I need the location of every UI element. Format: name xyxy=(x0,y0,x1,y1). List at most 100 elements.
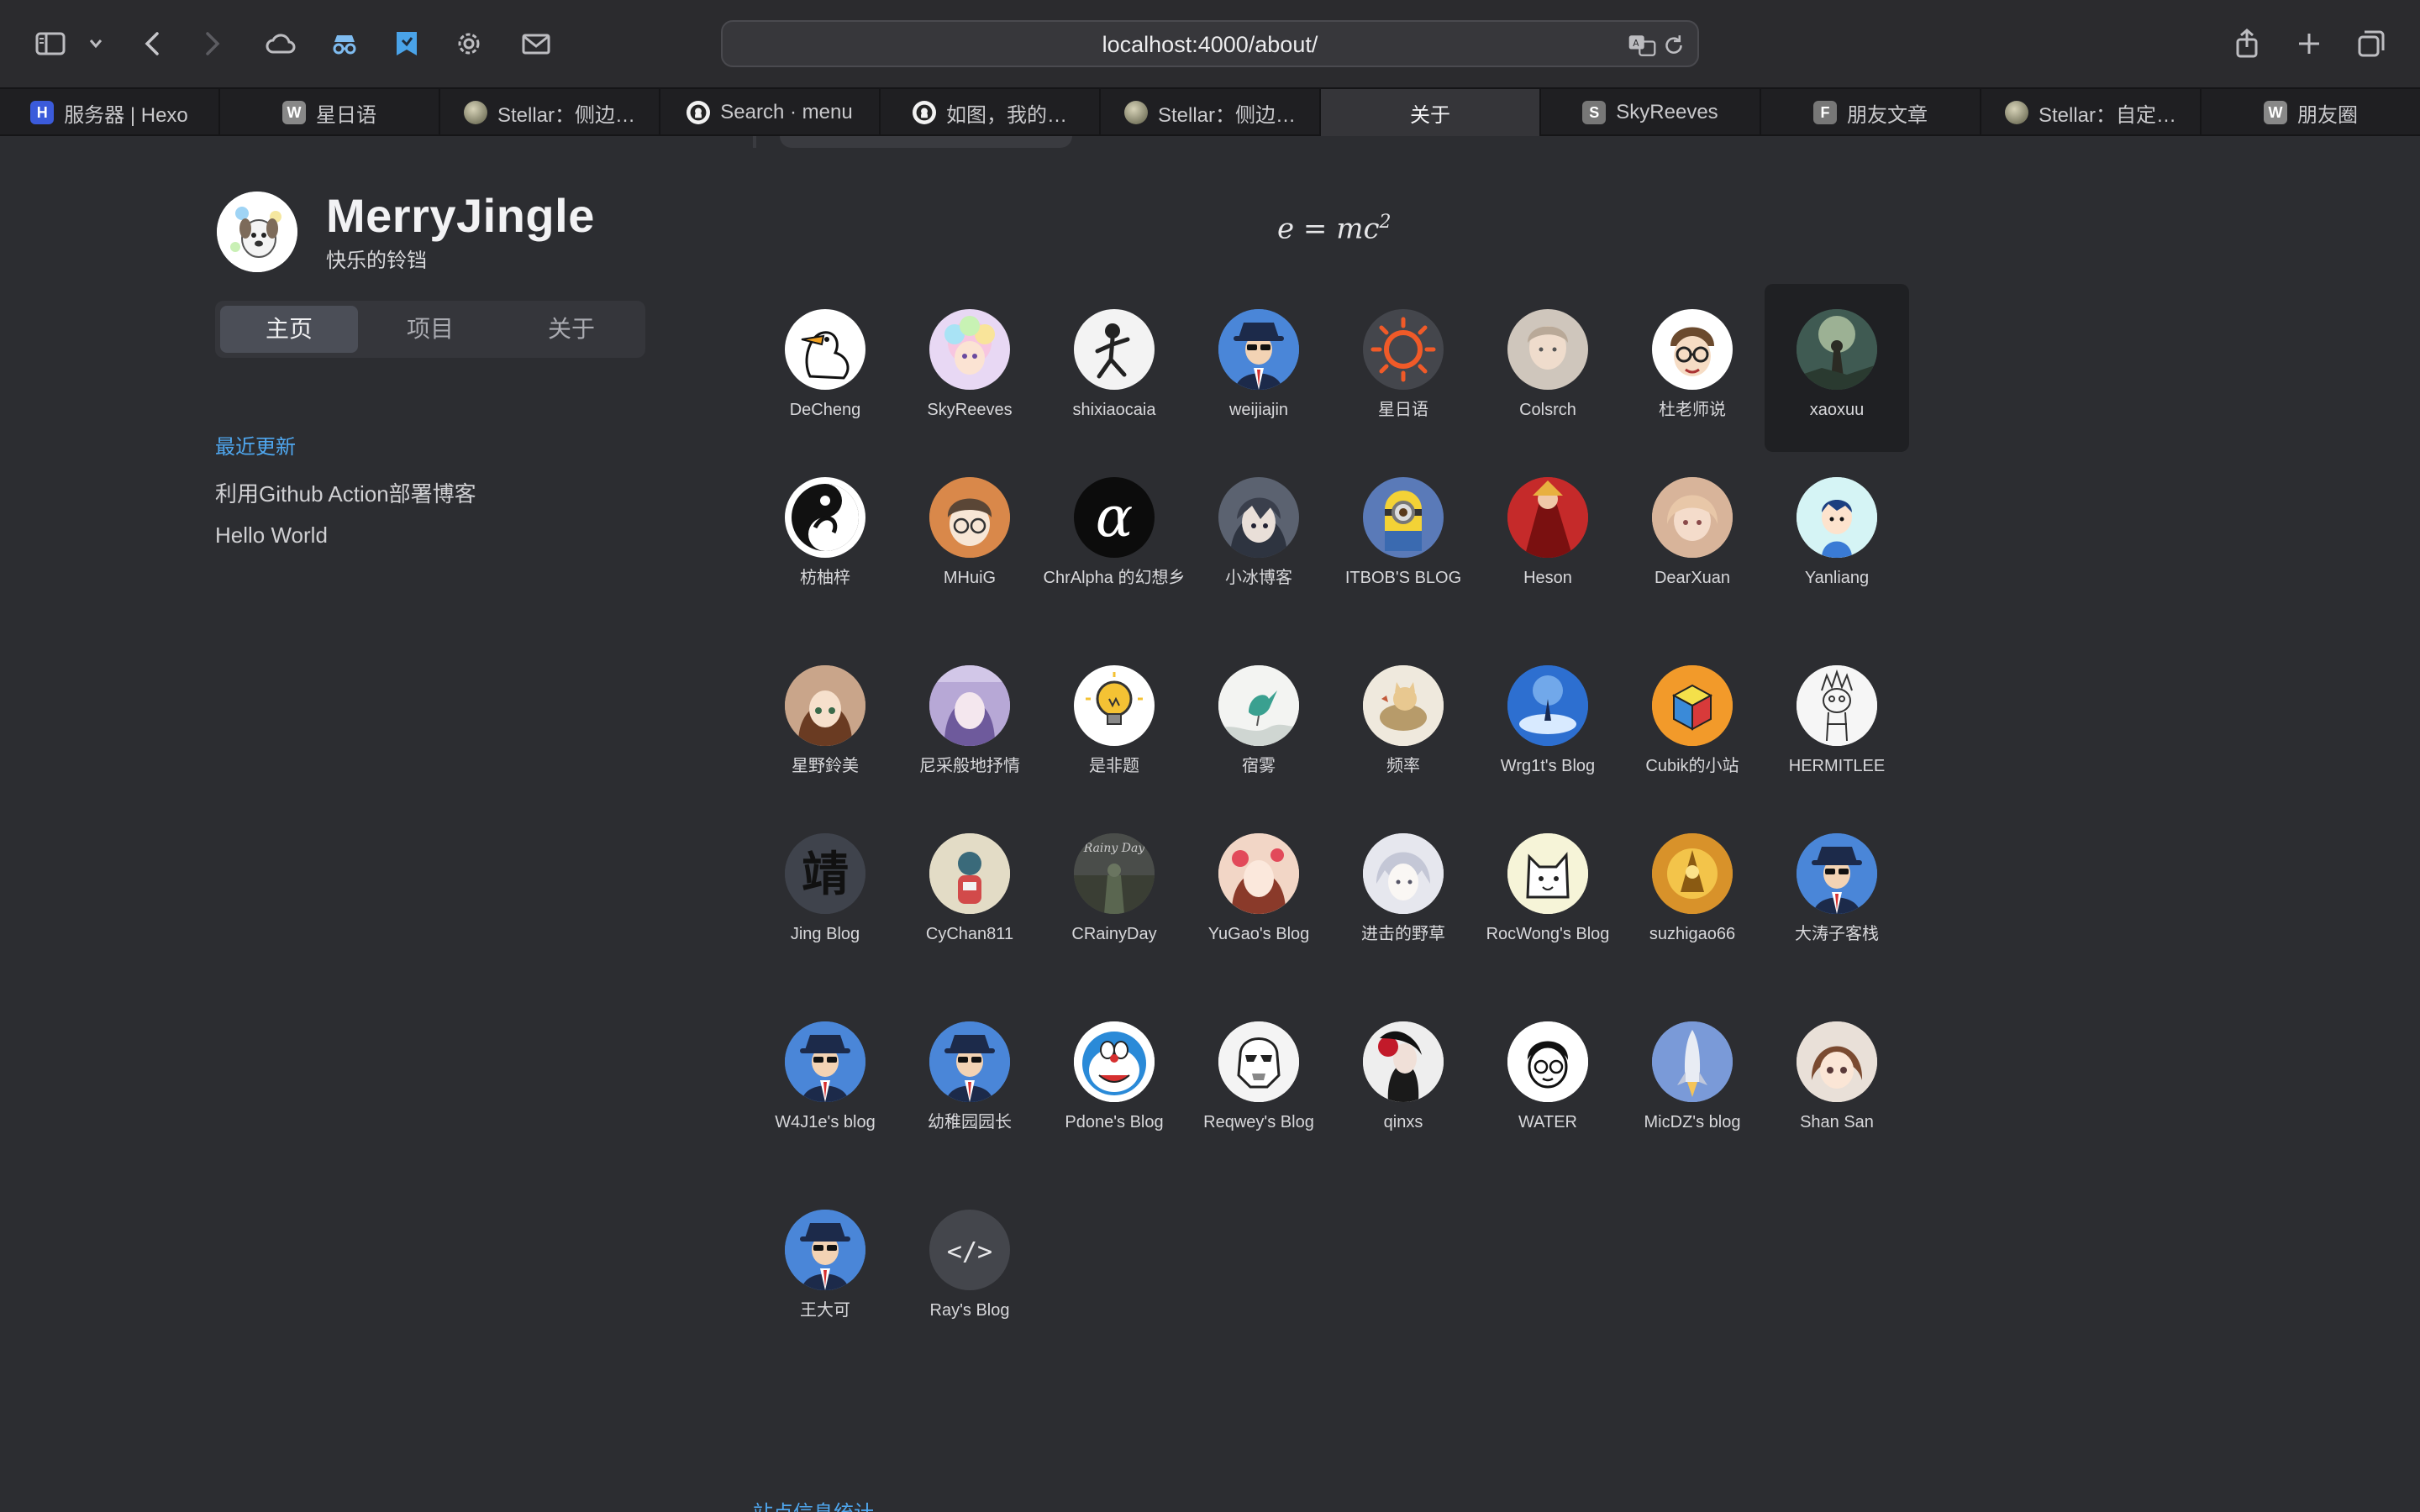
friend-card[interactable]: Colsrch xyxy=(1476,284,1620,452)
friend-card[interactable]: WATER xyxy=(1476,996,1620,1164)
friend-avatar[interactable] xyxy=(929,477,1010,558)
friend-card[interactable]: DeCheng xyxy=(753,284,897,452)
friend-card[interactable]: 幼稚园园长 xyxy=(897,996,1042,1164)
chevron-down-icon[interactable] xyxy=(74,22,118,66)
friend-card[interactable]: 进击的野草 xyxy=(1331,808,1476,976)
friend-card[interactable]: 是非题 xyxy=(1042,640,1186,808)
friend-name[interactable]: 频率 xyxy=(1326,756,1481,776)
friend-name[interactable]: 王大可 xyxy=(748,1300,902,1320)
friend-avatar[interactable] xyxy=(1652,665,1733,746)
friend-name[interactable]: Heson xyxy=(1470,568,1625,588)
friend-card[interactable]: weijiajin xyxy=(1186,284,1331,452)
recent-heading[interactable]: 最近更新 xyxy=(215,430,296,459)
friend-avatar[interactable] xyxy=(1507,1021,1588,1102)
friend-name[interactable]: WATER xyxy=(1470,1112,1625,1132)
friend-name[interactable]: CRainyDay xyxy=(1037,924,1192,944)
friend-name[interactable]: DearXuan xyxy=(1615,568,1770,588)
friend-card[interactable]: </> Ray's Blog xyxy=(897,1184,1042,1352)
friend-avatar[interactable] xyxy=(1797,665,1877,746)
translate-icon[interactable]: A xyxy=(1625,29,1659,62)
friend-card[interactable]: 杜老师说 xyxy=(1620,284,1765,452)
friend-avatar[interactable] xyxy=(785,477,865,558)
friend-card[interactable]: xaoxuu xyxy=(1765,284,1909,452)
friend-name[interactable]: Shan San xyxy=(1760,1112,1914,1132)
friend-avatar[interactable] xyxy=(1074,665,1155,746)
friend-name[interactable]: YuGao's Blog xyxy=(1181,924,1336,944)
friend-avatar[interactable] xyxy=(1218,665,1299,746)
friend-name[interactable]: 大涛子客栈 xyxy=(1760,924,1914,944)
friend-card[interactable]: MHuiG xyxy=(897,452,1042,620)
friend-card[interactable]: Wrg1t's Blog xyxy=(1476,640,1620,808)
friend-card[interactable]: Heson xyxy=(1476,452,1620,620)
browser-tab[interactable]: W 星日语 xyxy=(220,89,440,136)
friend-name[interactable]: Cubik的小站 xyxy=(1615,756,1770,776)
reload-icon[interactable] xyxy=(1657,29,1691,62)
friend-name[interactable]: 小冰博客 xyxy=(1181,568,1336,588)
friend-avatar[interactable] xyxy=(1074,309,1155,390)
friend-name[interactable]: DeCheng xyxy=(748,400,902,420)
friend-name[interactable]: CyChan811 xyxy=(892,924,1047,944)
friend-card[interactable]: 宿雾 xyxy=(1186,640,1331,808)
friend-name[interactable]: weijiajin xyxy=(1181,400,1336,420)
friend-card[interactable]: CyChan811 xyxy=(897,808,1042,976)
friend-avatar[interactable] xyxy=(785,1021,865,1102)
friend-name[interactable]: Ray's Blog xyxy=(892,1300,1047,1320)
friend-card[interactable]: qinxs xyxy=(1331,996,1476,1164)
bookmark-shield-icon[interactable] xyxy=(385,22,429,66)
friend-name[interactable]: 尼采般地抒情 xyxy=(892,756,1047,776)
friend-avatar[interactable] xyxy=(929,665,1010,746)
friend-name[interactable]: ChrAlpha 的幻想乡 xyxy=(1037,568,1192,588)
friend-avatar[interactable] xyxy=(785,309,865,390)
friend-name[interactable]: shixiaocaia xyxy=(1037,400,1192,420)
friend-card[interactable]: Shan San xyxy=(1765,996,1909,1164)
friend-name[interactable]: 进击的野草 xyxy=(1326,924,1481,944)
friend-avatar[interactable] xyxy=(1218,309,1299,390)
friend-avatar[interactable] xyxy=(1507,665,1588,746)
friend-avatar[interactable] xyxy=(1363,477,1444,558)
forward-icon[interactable] xyxy=(190,22,234,66)
friend-avatar[interactable] xyxy=(1363,1021,1444,1102)
friend-card[interactable]: 星野鈴美 xyxy=(753,640,897,808)
friend-card[interactable]: Rainy Day CRainyDay xyxy=(1042,808,1186,976)
friend-card[interactable]: 枋柚梓 xyxy=(753,452,897,620)
friend-name[interactable]: RocWong's Blog xyxy=(1470,924,1625,944)
friend-avatar[interactable] xyxy=(1507,477,1588,558)
friend-card[interactable]: W4J1e's blog xyxy=(753,996,897,1164)
friend-avatar[interactable] xyxy=(1507,833,1588,914)
friend-avatar[interactable] xyxy=(1797,477,1877,558)
friend-name[interactable]: MicDZ's blog xyxy=(1615,1112,1770,1132)
friend-card[interactable]: α ChrAlpha 的幻想乡 xyxy=(1042,452,1186,620)
friend-avatar[interactable] xyxy=(785,1210,865,1290)
friend-card[interactable]: RocWong's Blog xyxy=(1476,808,1620,976)
nav-home[interactable]: 主页 xyxy=(220,306,358,353)
share-icon[interactable] xyxy=(2225,22,2269,66)
friend-avatar[interactable] xyxy=(929,833,1010,914)
friend-avatar[interactable] xyxy=(1797,309,1877,390)
friend-name[interactable]: Reqwey's Blog xyxy=(1181,1112,1336,1132)
friend-avatar[interactable] xyxy=(1363,309,1444,390)
friend-card[interactable]: Cubik的小站 xyxy=(1620,640,1765,808)
friend-card[interactable]: suzhigao66 xyxy=(1620,808,1765,976)
friend-avatar[interactable] xyxy=(1652,833,1733,914)
friend-name[interactable]: 星野鈴美 xyxy=(748,756,902,776)
friend-name[interactable]: 是非题 xyxy=(1037,756,1192,776)
footer-link[interactable]: 站点信息统计 xyxy=(753,1502,896,1512)
friend-avatar[interactable] xyxy=(1218,833,1299,914)
friend-card[interactable]: 尼采般地抒情 xyxy=(897,640,1042,808)
friend-avatar[interactable] xyxy=(1652,477,1733,558)
browser-tab[interactable]: W 朋友圈 xyxy=(2202,89,2420,136)
site-title[interactable]: MerryJingle xyxy=(326,188,595,243)
friend-card[interactable]: HERMITLEE xyxy=(1765,640,1909,808)
gear-icon[interactable] xyxy=(447,22,491,66)
friend-avatar[interactable] xyxy=(1218,477,1299,558)
friend-card[interactable]: 星日语 xyxy=(1331,284,1476,452)
sidebar-icon[interactable] xyxy=(29,22,72,66)
friend-avatar[interactable]: Rainy Day xyxy=(1074,833,1155,914)
friend-avatar[interactable]: α xyxy=(1074,477,1155,558)
recent-post-link[interactable]: Hello World xyxy=(215,522,328,549)
friend-avatar[interactable] xyxy=(1797,1021,1877,1102)
browser-tab[interactable]: H 服务器 | Hexo xyxy=(0,89,220,136)
friend-card[interactable]: 小冰博客 xyxy=(1186,452,1331,620)
friend-card[interactable]: SkyReeves xyxy=(897,284,1042,452)
friend-card[interactable]: 靖 Jing Blog xyxy=(753,808,897,976)
